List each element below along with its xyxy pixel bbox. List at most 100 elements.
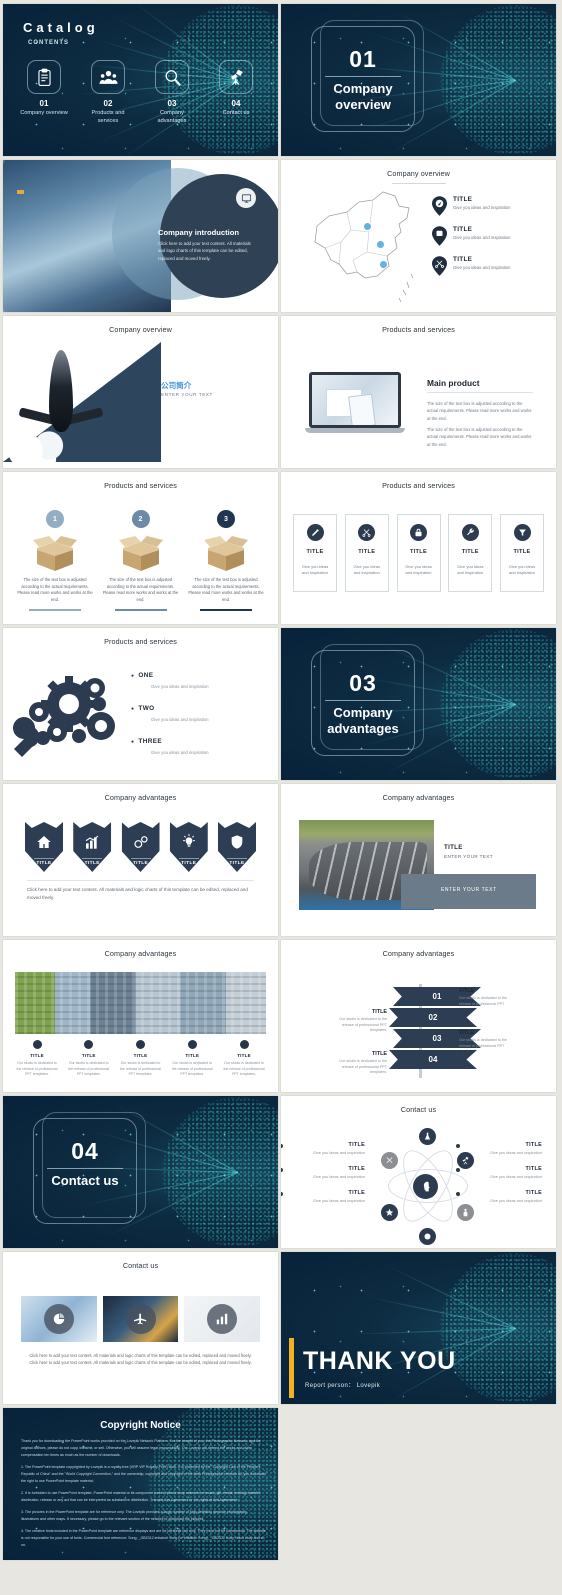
catalog-label: Products and services <box>91 110 125 124</box>
divider <box>325 76 401 77</box>
star-icon[interactable] <box>381 1204 398 1221</box>
city-column[interactable]: TITLE Our studio is dedicated to the rele… <box>170 1040 214 1078</box>
scissors-icon[interactable] <box>381 1152 398 1169</box>
slide-copyright[interactable]: Copyright Notice Thank you for downloadi… <box>3 1408 278 1560</box>
slide-advantages-shields[interactable]: Company advantages TITLE TITLE TITLE TIT… <box>3 784 278 936</box>
slide-contact-atom[interactable]: Contact us TITLE Give you ideas and inspi… <box>281 1096 556 1248</box>
gear-item-3[interactable]: THREE Give you ideas and inspiration <box>131 738 261 755</box>
section-title: Company overview <box>333 81 393 112</box>
ribbon-title: TITLE <box>459 988 474 994</box>
slide-advantages-city[interactable]: Company advantages TITLE Our studio is de… <box>3 940 278 1092</box>
catalog-num: 03 <box>167 99 177 108</box>
slide-section-01[interactable]: 01 Company overview <box>281 4 556 156</box>
slide-advantages-ribbons[interactable]: Company advantages 01 TITLE Our studio i… <box>281 940 556 1092</box>
slide-section-03[interactable]: 03 Company advantages <box>281 628 556 780</box>
shield-label: TITLE <box>181 861 197 866</box>
slide-products-cards[interactable]: Products and services TITLE Give you ide… <box>281 472 556 624</box>
slide-deck: Catalog CONTENTS 01 Company overview 02 … <box>0 0 562 1564</box>
divider <box>27 880 254 881</box>
contact-title: TITLE <box>525 1189 542 1196</box>
product-card[interactable]: TITLE Give you ideas and inspiration <box>344 514 389 592</box>
contact-item[interactable]: TITLE Give you ideas and inspiration <box>456 1189 542 1204</box>
head-center-icon[interactable] <box>413 1174 438 1199</box>
road-subtitle: ENTER YOUR TEXT <box>444 854 493 859</box>
catalog-item-1[interactable]: 01 Company overview <box>17 60 71 125</box>
slide-thank-you[interactable]: THANK YOU Report person： Lovepik <box>281 1252 556 1404</box>
slide-company-overview-map[interactable]: Company overview TITLE Give you ideas and… <box>281 160 556 312</box>
slide-contact-photos[interactable]: Contact us Click here to add your text c… <box>3 1252 278 1404</box>
contact-title: TITLE <box>525 1165 542 1172</box>
flask-icon[interactable] <box>419 1128 436 1145</box>
contact-item[interactable]: TITLE Give you ideas and inspiration <box>456 1142 542 1156</box>
page-title: Company advantages <box>104 793 177 802</box>
contact-item[interactable]: TITLE Give you ideas and inspiration <box>281 1142 365 1156</box>
carton-icon <box>113 534 169 572</box>
gear-item-title: THREE <box>131 738 261 745</box>
city-column[interactable]: TITLE Our studio is dedicated to the rele… <box>15 1040 59 1078</box>
text-band[interactable]: ENTER YOUR TEXT <box>401 874 536 909</box>
ribbon-desc: Our studio is dedicated to the release o… <box>339 1017 387 1033</box>
slide-section-04[interactable]: 04 Contact us <box>3 1096 278 1248</box>
page-title: Products and services <box>382 481 455 490</box>
slide-products-boxes[interactable]: Products and services 1 The size of the … <box>3 472 278 624</box>
catalog-item-3[interactable]: 03 Company advantages <box>145 60 199 125</box>
advantage-shield[interactable]: TITLE <box>169 822 208 872</box>
card-desc: Give you ideas and inspiration <box>405 564 432 576</box>
accent-bar <box>289 1338 294 1398</box>
section-number: 04 <box>71 1138 99 1164</box>
ribbon-02[interactable]: 02 <box>389 1008 477 1027</box>
laptop-photo <box>305 372 405 438</box>
contact-item[interactable]: TITLE Give you ideas and inspiration <box>456 1165 542 1180</box>
box-column-2[interactable]: 2 The size of the text box is adjusted a… <box>103 510 179 611</box>
city-column[interactable]: TITLE Our studio is dedicated to the rele… <box>222 1040 266 1078</box>
magnifier-icon <box>155 60 189 94</box>
card-title: TITLE <box>306 549 324 555</box>
advantage-shield[interactable]: TITLE <box>121 822 160 872</box>
city-column[interactable]: TITLE Our studio is dedicated to the rele… <box>67 1040 111 1078</box>
pin-item[interactable]: TITLE Give you ideas and inspiration <box>432 196 542 216</box>
photo-1[interactable] <box>21 1296 97 1342</box>
copyright-p4: 4. The creative fonts included in the Po… <box>21 1529 266 1547</box>
product-card[interactable]: TITLE Give you ideas and inspiration <box>293 514 337 592</box>
gear-item-1[interactable]: ONE Give you ideas and inspiration <box>131 672 261 689</box>
gear-item-2[interactable]: TWO Give you ideas and inspiration <box>131 705 261 722</box>
slide-main-product[interactable]: Products and services Main product The s… <box>281 316 556 468</box>
carton-icon <box>27 534 83 572</box>
slide-company-overview-plane[interactable]: Company overview 公司简介 ENTER YOUR TEXT <box>3 316 278 468</box>
photo-3[interactable] <box>184 1296 261 1342</box>
ribbon-04[interactable]: 04 <box>389 1050 477 1069</box>
card-title: TITLE <box>513 549 531 555</box>
pin-desc: Give you ideas and inspiration <box>453 204 511 210</box>
catalog-item-2[interactable]: 02 Products and services <box>81 60 135 125</box>
product-card[interactable]: TITLE Give you ideas and inspiration <box>500 514 544 592</box>
slide-company-introduction[interactable]: Company introduction Click here to add y… <box>3 160 278 312</box>
contact-item[interactable]: TITLE Give you ideas and inspiration <box>281 1190 365 1204</box>
contact-item[interactable]: TITLE Give you ideas and inspiration <box>281 1166 365 1180</box>
product-card[interactable]: TITLE Give you ideas and inspiration <box>448 514 493 592</box>
column-title: TITLE <box>81 1053 96 1058</box>
ribbon-title: TITLE <box>372 1009 387 1015</box>
photo-2[interactable] <box>102 1296 179 1342</box>
contact-note: Click here to add your text content. All… <box>29 1353 252 1366</box>
copyright-intro: Thank you for downloading the PowerPoint… <box>21 1439 261 1457</box>
catalog-item-4[interactable]: 04 Contact us <box>209 60 263 125</box>
pin-item[interactable]: TITLE Give you ideas and inspiration <box>432 256 542 276</box>
advantage-shield[interactable]: TITLE <box>73 822 112 872</box>
carton-icon <box>198 534 254 572</box>
box-column-3[interactable]: 3 The size of the text box is adjusted a… <box>188 510 264 611</box>
page-title: Company overview <box>281 169 556 185</box>
lightbulb-icon <box>181 828 197 855</box>
slide-advantages-road[interactable]: Company advantages TITLE ENTER YOUR TEXT… <box>281 784 556 936</box>
advantage-shield[interactable]: TITLE <box>218 822 256 872</box>
card-desc: Give you ideas and inspiration <box>353 564 380 576</box>
contact-desc: Give you ideas and inspiration <box>312 1197 365 1203</box>
box-column-1[interactable]: 1 The size of the text box is adjusted a… <box>17 510 93 611</box>
slide-catalog[interactable]: Catalog CONTENTS 01 Company overview 02 … <box>3 4 278 156</box>
slide-products-gears[interactable]: Products and services ● ONE Give you ide… <box>3 628 278 780</box>
pin-item[interactable]: TITLE Give you ideas and inspiration <box>432 226 542 246</box>
head-icon[interactable] <box>419 1228 436 1245</box>
product-card[interactable]: TITLE Give you ideas and inspiration <box>396 514 441 592</box>
advantage-shield[interactable]: TITLE <box>25 822 63 872</box>
city-columns: TITLE Our studio is dedicated to the rele… <box>15 1040 266 1078</box>
city-column[interactable]: TITLE Our studio is dedicated to the rele… <box>119 1040 163 1078</box>
